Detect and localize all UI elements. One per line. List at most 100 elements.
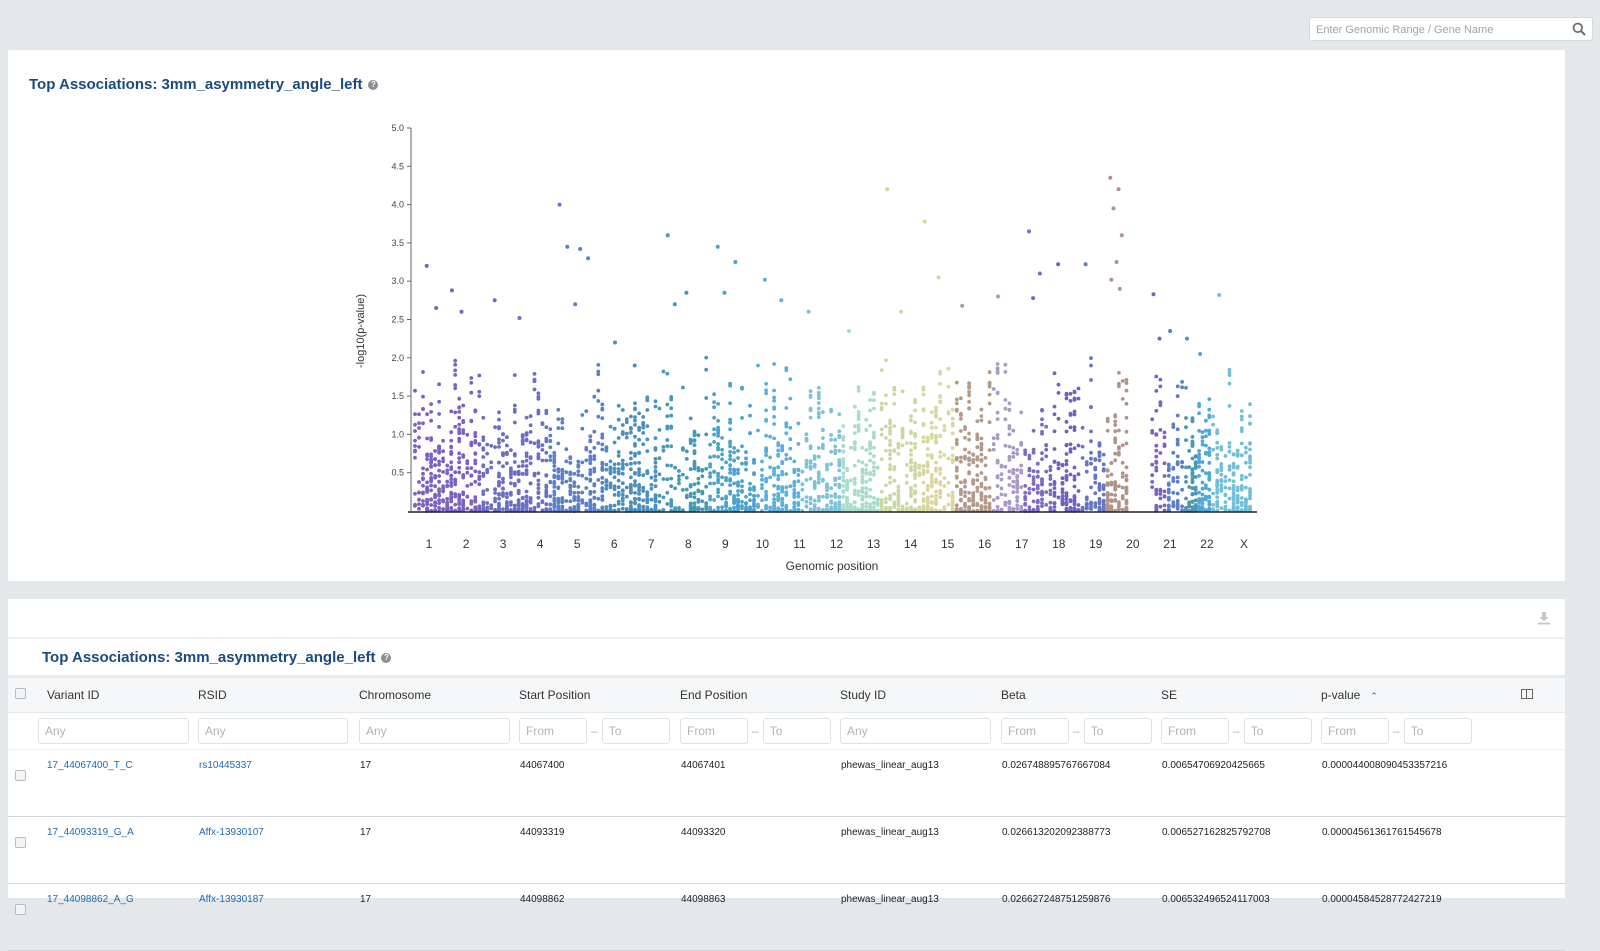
top-point[interactable]: [632, 363, 637, 368]
filter-rsid[interactable]: [198, 718, 348, 744]
top-point[interactable]: [492, 298, 497, 303]
top-point[interactable]: [1109, 277, 1114, 282]
column-header-start-position[interactable]: Start Position: [519, 678, 680, 713]
genomic-search-input[interactable]: [1316, 22, 1556, 37]
filter-end-from[interactable]: [680, 718, 748, 744]
table-row[interactable]: 17_44067400_T_C rs10445337 17 44067400 4…: [8, 749, 1565, 817]
column-header-end-position[interactable]: End Position: [680, 678, 840, 713]
data-point: [1171, 479, 1176, 483]
top-point[interactable]: [1083, 262, 1088, 267]
top-point[interactable]: [1117, 286, 1122, 291]
row-checkbox[interactable]: [15, 904, 26, 915]
top-point[interactable]: [434, 306, 439, 310]
column-header-study-id[interactable]: Study ID: [840, 678, 1001, 713]
filter-variant-id[interactable]: [38, 718, 189, 744]
download-icon[interactable]: [1537, 611, 1551, 625]
column-header-p-value[interactable]: p-value: [1321, 688, 1360, 702]
top-point[interactable]: [1157, 336, 1162, 341]
rsid-link[interactable]: Affx-13930107: [199, 827, 264, 838]
column-header-se[interactable]: SE: [1161, 678, 1321, 713]
data-point: [493, 496, 497, 501]
data-point: [1093, 465, 1098, 470]
filter-beta-from[interactable]: [1001, 718, 1069, 744]
top-point[interactable]: [762, 277, 767, 282]
filter-beta-to[interactable]: [1083, 718, 1152, 744]
data-point: [489, 460, 494, 465]
top-point[interactable]: [449, 288, 454, 293]
data-point: [1175, 394, 1180, 398]
top-point[interactable]: [715, 244, 720, 249]
filter-start-to[interactable]: [601, 718, 670, 744]
select-all-checkbox[interactable]: [15, 688, 26, 699]
filter-pvalue-to[interactable]: [1403, 718, 1472, 744]
variant-id-link[interactable]: 17_44098862_A_G: [47, 894, 134, 905]
filter-start-from[interactable]: [519, 718, 587, 744]
data-point: [453, 358, 458, 363]
top-point[interactable]: [1198, 352, 1203, 356]
filter-chromosome[interactable]: [359, 718, 510, 744]
column-header-beta[interactable]: Beta: [1001, 678, 1161, 713]
top-point[interactable]: [885, 187, 890, 192]
filter-se-from[interactable]: [1161, 718, 1229, 744]
filter-end-to[interactable]: [762, 718, 831, 744]
data-point: [728, 463, 732, 468]
top-point[interactable]: [1217, 293, 1222, 297]
top-point[interactable]: [899, 309, 904, 314]
question-circle-icon[interactable]: ?: [381, 653, 392, 664]
row-checkbox[interactable]: [15, 770, 26, 781]
top-point[interactable]: [806, 309, 811, 314]
top-point[interactable]: [672, 302, 677, 307]
top-point[interactable]: [1151, 292, 1156, 297]
top-point[interactable]: [1031, 296, 1036, 301]
table-row[interactable]: 17_44093319_G_A Affx-13930107 17 4409331…: [8, 816, 1565, 884]
variant-id-link[interactable]: 17_44067400_T_C: [47, 760, 133, 771]
top-point[interactable]: [1027, 229, 1031, 234]
data-point: [1007, 426, 1012, 431]
top-point[interactable]: [1108, 175, 1113, 180]
top-point[interactable]: [936, 275, 941, 280]
top-point[interactable]: [1111, 206, 1116, 211]
top-point[interactable]: [779, 298, 784, 303]
rsid-link[interactable]: Affx-13930187: [199, 894, 264, 905]
row-checkbox[interactable]: [15, 837, 26, 848]
column-header-p-value-wrap[interactable]: p-value ⌃: [1321, 678, 1521, 713]
top-point[interactable]: [517, 316, 522, 320]
top-point[interactable]: [1168, 329, 1173, 333]
top-point[interactable]: [578, 247, 583, 251]
column-header-variant-id[interactable]: Variant ID: [38, 678, 198, 713]
top-point[interactable]: [1037, 271, 1042, 276]
top-point[interactable]: [557, 202, 562, 207]
filter-pvalue-from[interactable]: [1321, 718, 1389, 744]
table-row[interactable]: 17_44098862_A_G Affx-13930187 17 4409886…: [8, 883, 1565, 951]
rsid-link[interactable]: rs10445337: [199, 760, 252, 771]
variant-id-link[interactable]: 17_44093319_G_A: [47, 827, 134, 838]
top-point[interactable]: [586, 256, 591, 261]
top-point[interactable]: [613, 340, 617, 345]
top-point[interactable]: [1116, 187, 1121, 192]
column-header-rsid[interactable]: RSID: [198, 678, 359, 713]
top-point[interactable]: [922, 219, 927, 224]
data-point: [1239, 441, 1244, 446]
filter-se-to[interactable]: [1243, 718, 1312, 744]
columns-icon[interactable]: [1521, 689, 1533, 699]
filter-study-id[interactable]: [840, 718, 991, 744]
top-point[interactable]: [424, 263, 429, 268]
top-point[interactable]: [459, 309, 464, 314]
sort-ascending-icon[interactable]: ⌃: [1370, 691, 1378, 701]
top-point[interactable]: [565, 244, 570, 249]
top-point[interactable]: [1119, 233, 1124, 238]
top-point[interactable]: [1114, 260, 1119, 264]
top-point[interactable]: [1185, 336, 1189, 341]
data-point: [528, 430, 533, 434]
top-point[interactable]: [722, 290, 727, 295]
top-point[interactable]: [684, 290, 689, 295]
column-header-chromosome[interactable]: Chromosome: [359, 678, 519, 713]
search-icon[interactable]: [1572, 22, 1586, 36]
top-point[interactable]: [733, 260, 738, 264]
top-point[interactable]: [960, 303, 965, 308]
top-point[interactable]: [847, 329, 851, 333]
top-point[interactable]: [573, 302, 578, 307]
top-point[interactable]: [996, 294, 1000, 299]
top-point[interactable]: [665, 233, 670, 238]
top-point[interactable]: [1056, 262, 1061, 267]
